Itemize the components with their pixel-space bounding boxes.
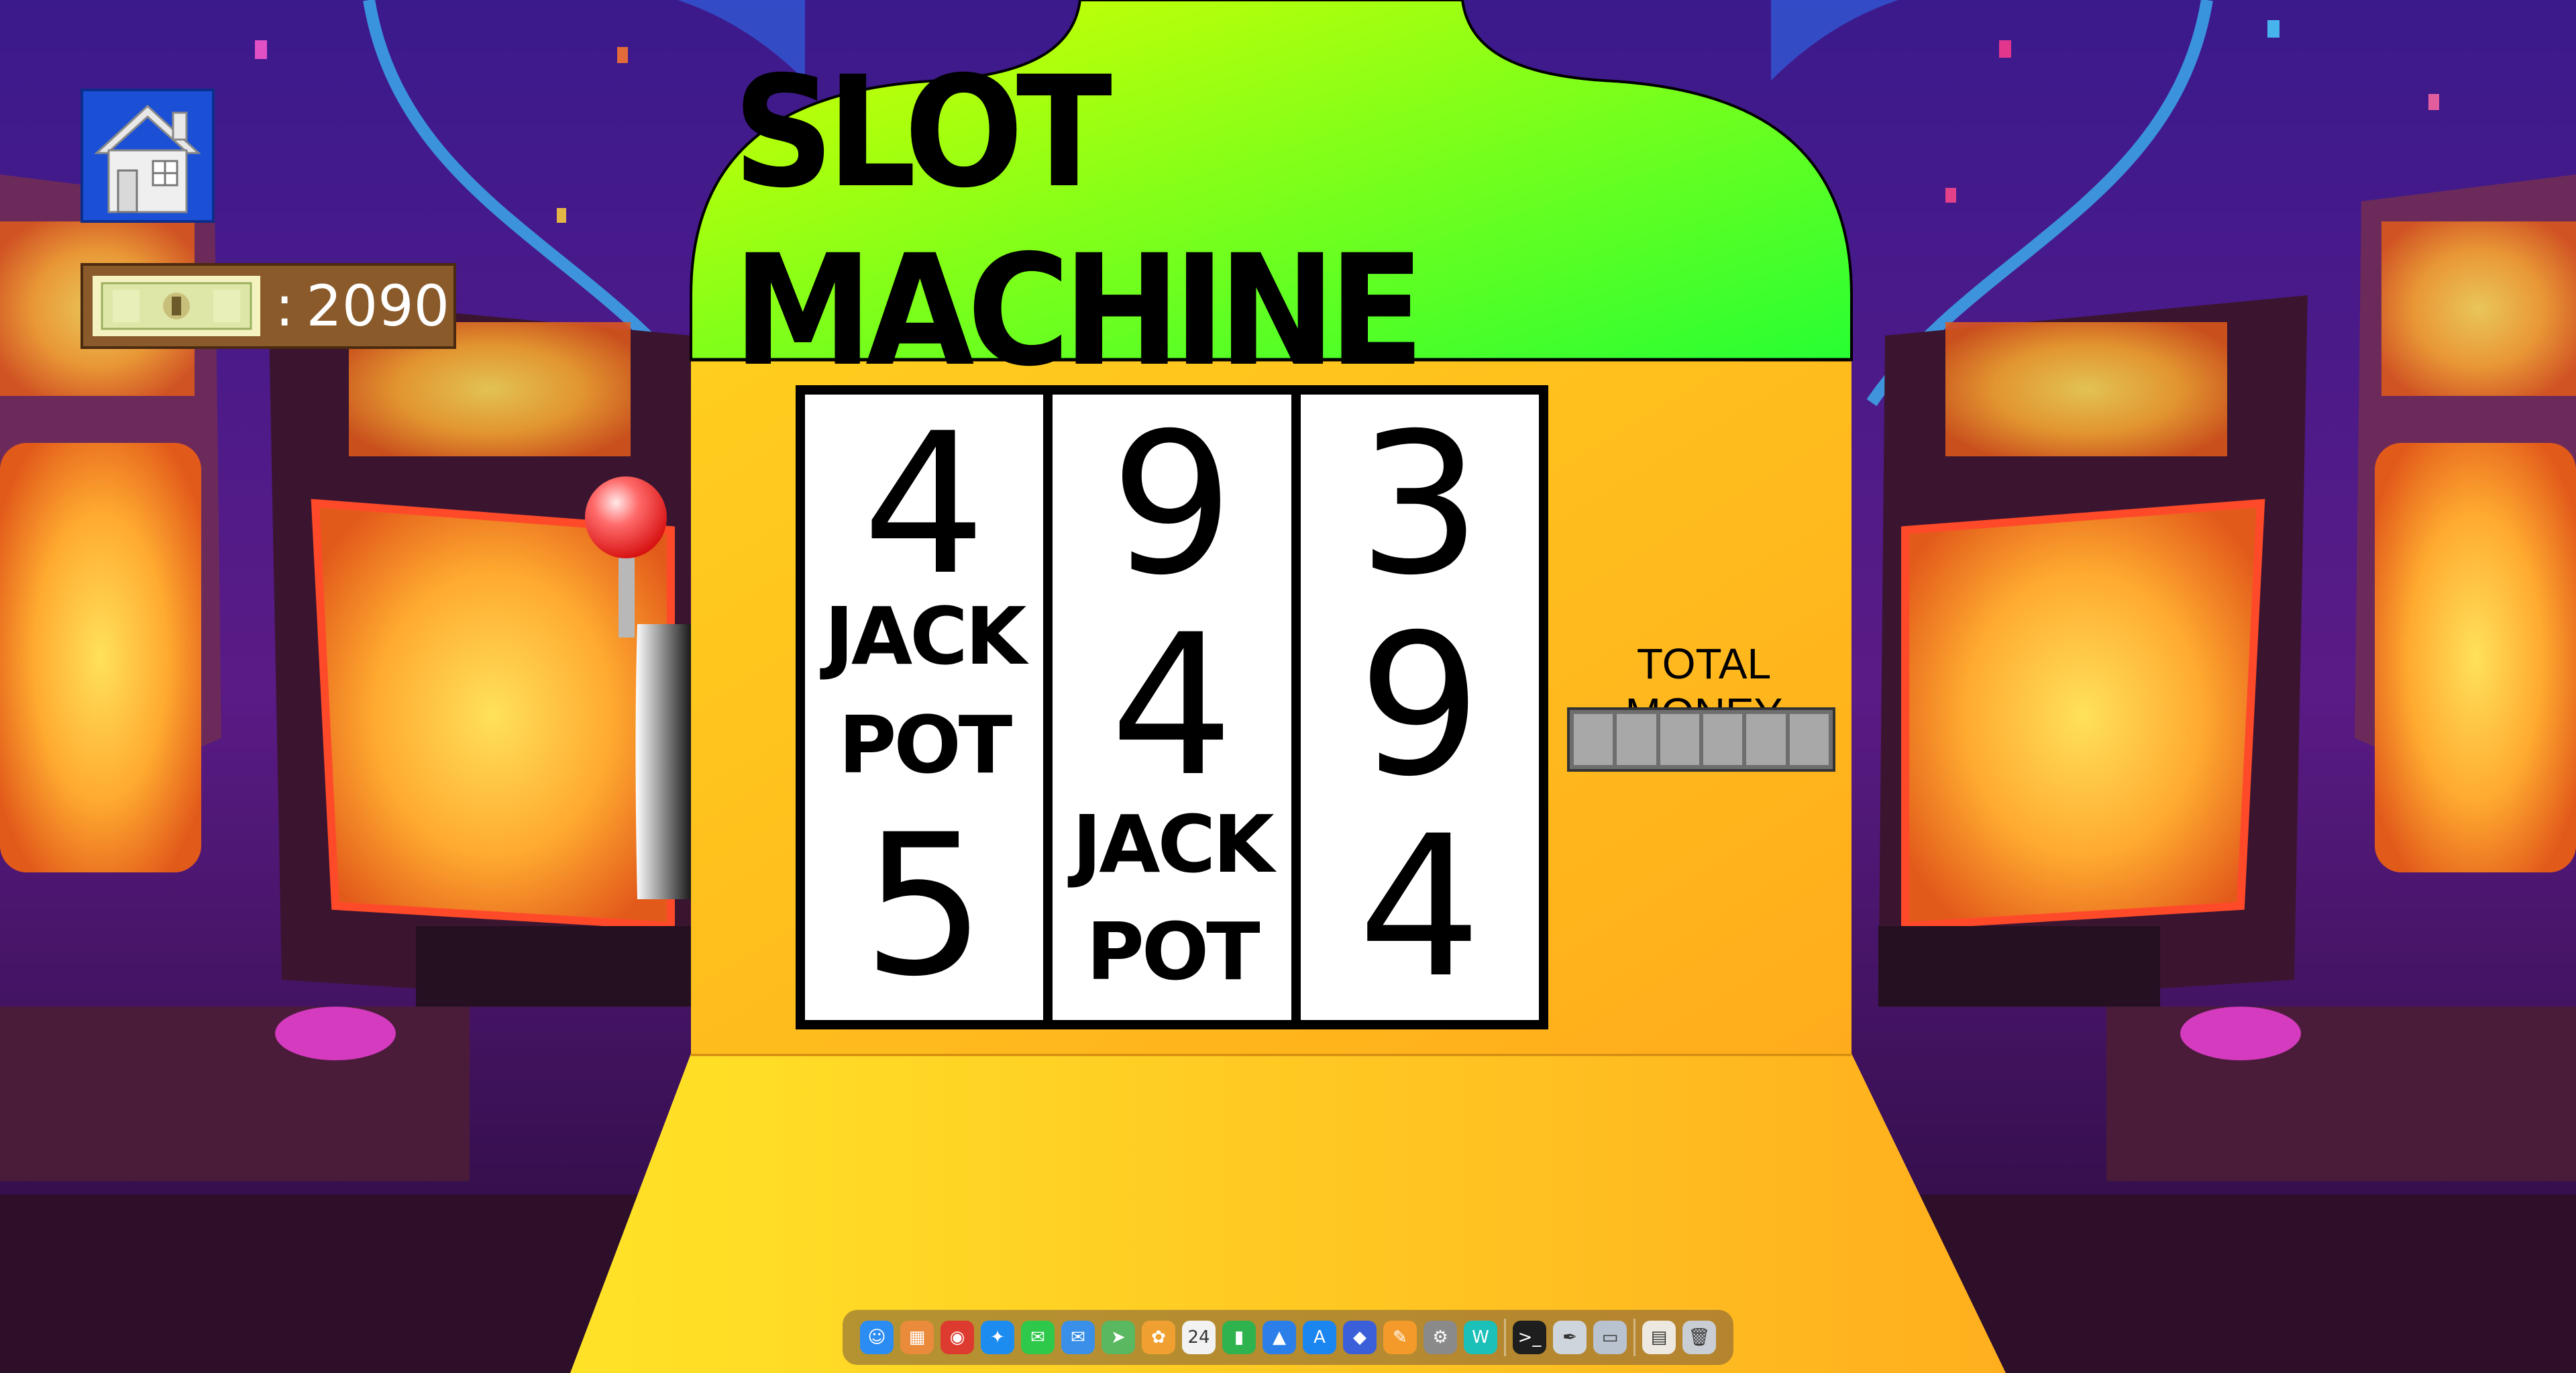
finder-icon[interactable]: ☺	[860, 1321, 894, 1354]
launchpad-icon[interactable]: ▦	[900, 1321, 934, 1354]
reel-1: 4 JACK POT 5	[805, 395, 1044, 1020]
home-icon	[94, 104, 201, 213]
pages-icon[interactable]: ✎	[1383, 1321, 1417, 1354]
app-store-icon[interactable]: A	[1303, 1321, 1336, 1354]
reel-symbol: 3	[1358, 395, 1482, 618]
reel-symbol: 4	[862, 395, 986, 618]
reels-window: 4 JACK POT 5 9 4 JACK POT 3 9 4	[796, 385, 1548, 1029]
lever-knob-icon[interactable]	[585, 476, 667, 558]
page-title: SLOT MACHINE	[733, 43, 1424, 400]
calendar-icon[interactable]: 24	[1182, 1321, 1216, 1354]
reel-2: 9 4 JACK POT	[1053, 395, 1291, 1020]
safari-icon[interactable]: ✦	[981, 1321, 1014, 1354]
terminal-icon[interactable]: >_	[1513, 1321, 1546, 1354]
reel-symbol: 9	[1110, 395, 1234, 618]
chrome-icon[interactable]: ◉	[941, 1321, 974, 1354]
wallet-separator: :	[275, 273, 294, 339]
digit-slot	[1660, 714, 1699, 765]
vpn-icon[interactable]: ◆	[1343, 1321, 1377, 1354]
reel-3: 3 9 4	[1300, 395, 1539, 1020]
document-icon[interactable]: ▤	[1642, 1321, 1676, 1354]
wallet-panel: : 2090	[80, 263, 456, 349]
money-bills-icon	[93, 276, 260, 336]
webex-icon[interactable]: W	[1464, 1321, 1497, 1354]
digit-slot	[1574, 714, 1613, 765]
keynote-icon[interactable]: ▲	[1263, 1321, 1296, 1354]
display-icon[interactable]: ▭	[1593, 1321, 1627, 1354]
numbers-icon[interactable]: ▮	[1222, 1321, 1256, 1354]
trash-icon[interactable]: 🗑	[1682, 1321, 1716, 1354]
text-tool-icon[interactable]: ✒	[1553, 1321, 1587, 1354]
reel-symbol: 9	[1358, 593, 1482, 819]
reel-symbol: 5	[862, 793, 986, 1019]
digit-slot	[1746, 714, 1786, 765]
total-money-display	[1567, 707, 1835, 772]
digit-slot	[1617, 714, 1656, 765]
mail-icon[interactable]: ✉	[1061, 1321, 1095, 1354]
maps-icon[interactable]: ➤	[1102, 1321, 1135, 1354]
reel-symbol: JACK	[824, 590, 1026, 682]
photos-icon[interactable]: ✿	[1142, 1321, 1175, 1354]
messages-icon[interactable]: ✉	[1021, 1321, 1055, 1354]
reel-symbol: POT	[839, 699, 1012, 791]
reel-symbol: 4	[1110, 593, 1234, 819]
reel-symbol: POT	[1086, 905, 1260, 998]
wallet-amount: 2090	[306, 273, 450, 339]
reel-symbol: JACK	[1072, 798, 1274, 891]
macos-dock: ☺ ▦ ◉ ✦ ✉ ✉ ➤ ✿ 24 ▮ ▲ A ◆ ✎ ⚙ W >_ ✒ ▭ ▤ 🗑	[843, 1310, 1733, 1365]
dock-separator	[1633, 1319, 1635, 1356]
digit-slot	[1703, 714, 1743, 765]
settings-icon[interactable]: ⚙	[1424, 1321, 1457, 1354]
dock-separator	[1504, 1319, 1506, 1356]
home-button[interactable]	[80, 89, 215, 223]
reel-symbol: 4	[1358, 795, 1482, 1020]
digit-slot	[1789, 714, 1829, 765]
